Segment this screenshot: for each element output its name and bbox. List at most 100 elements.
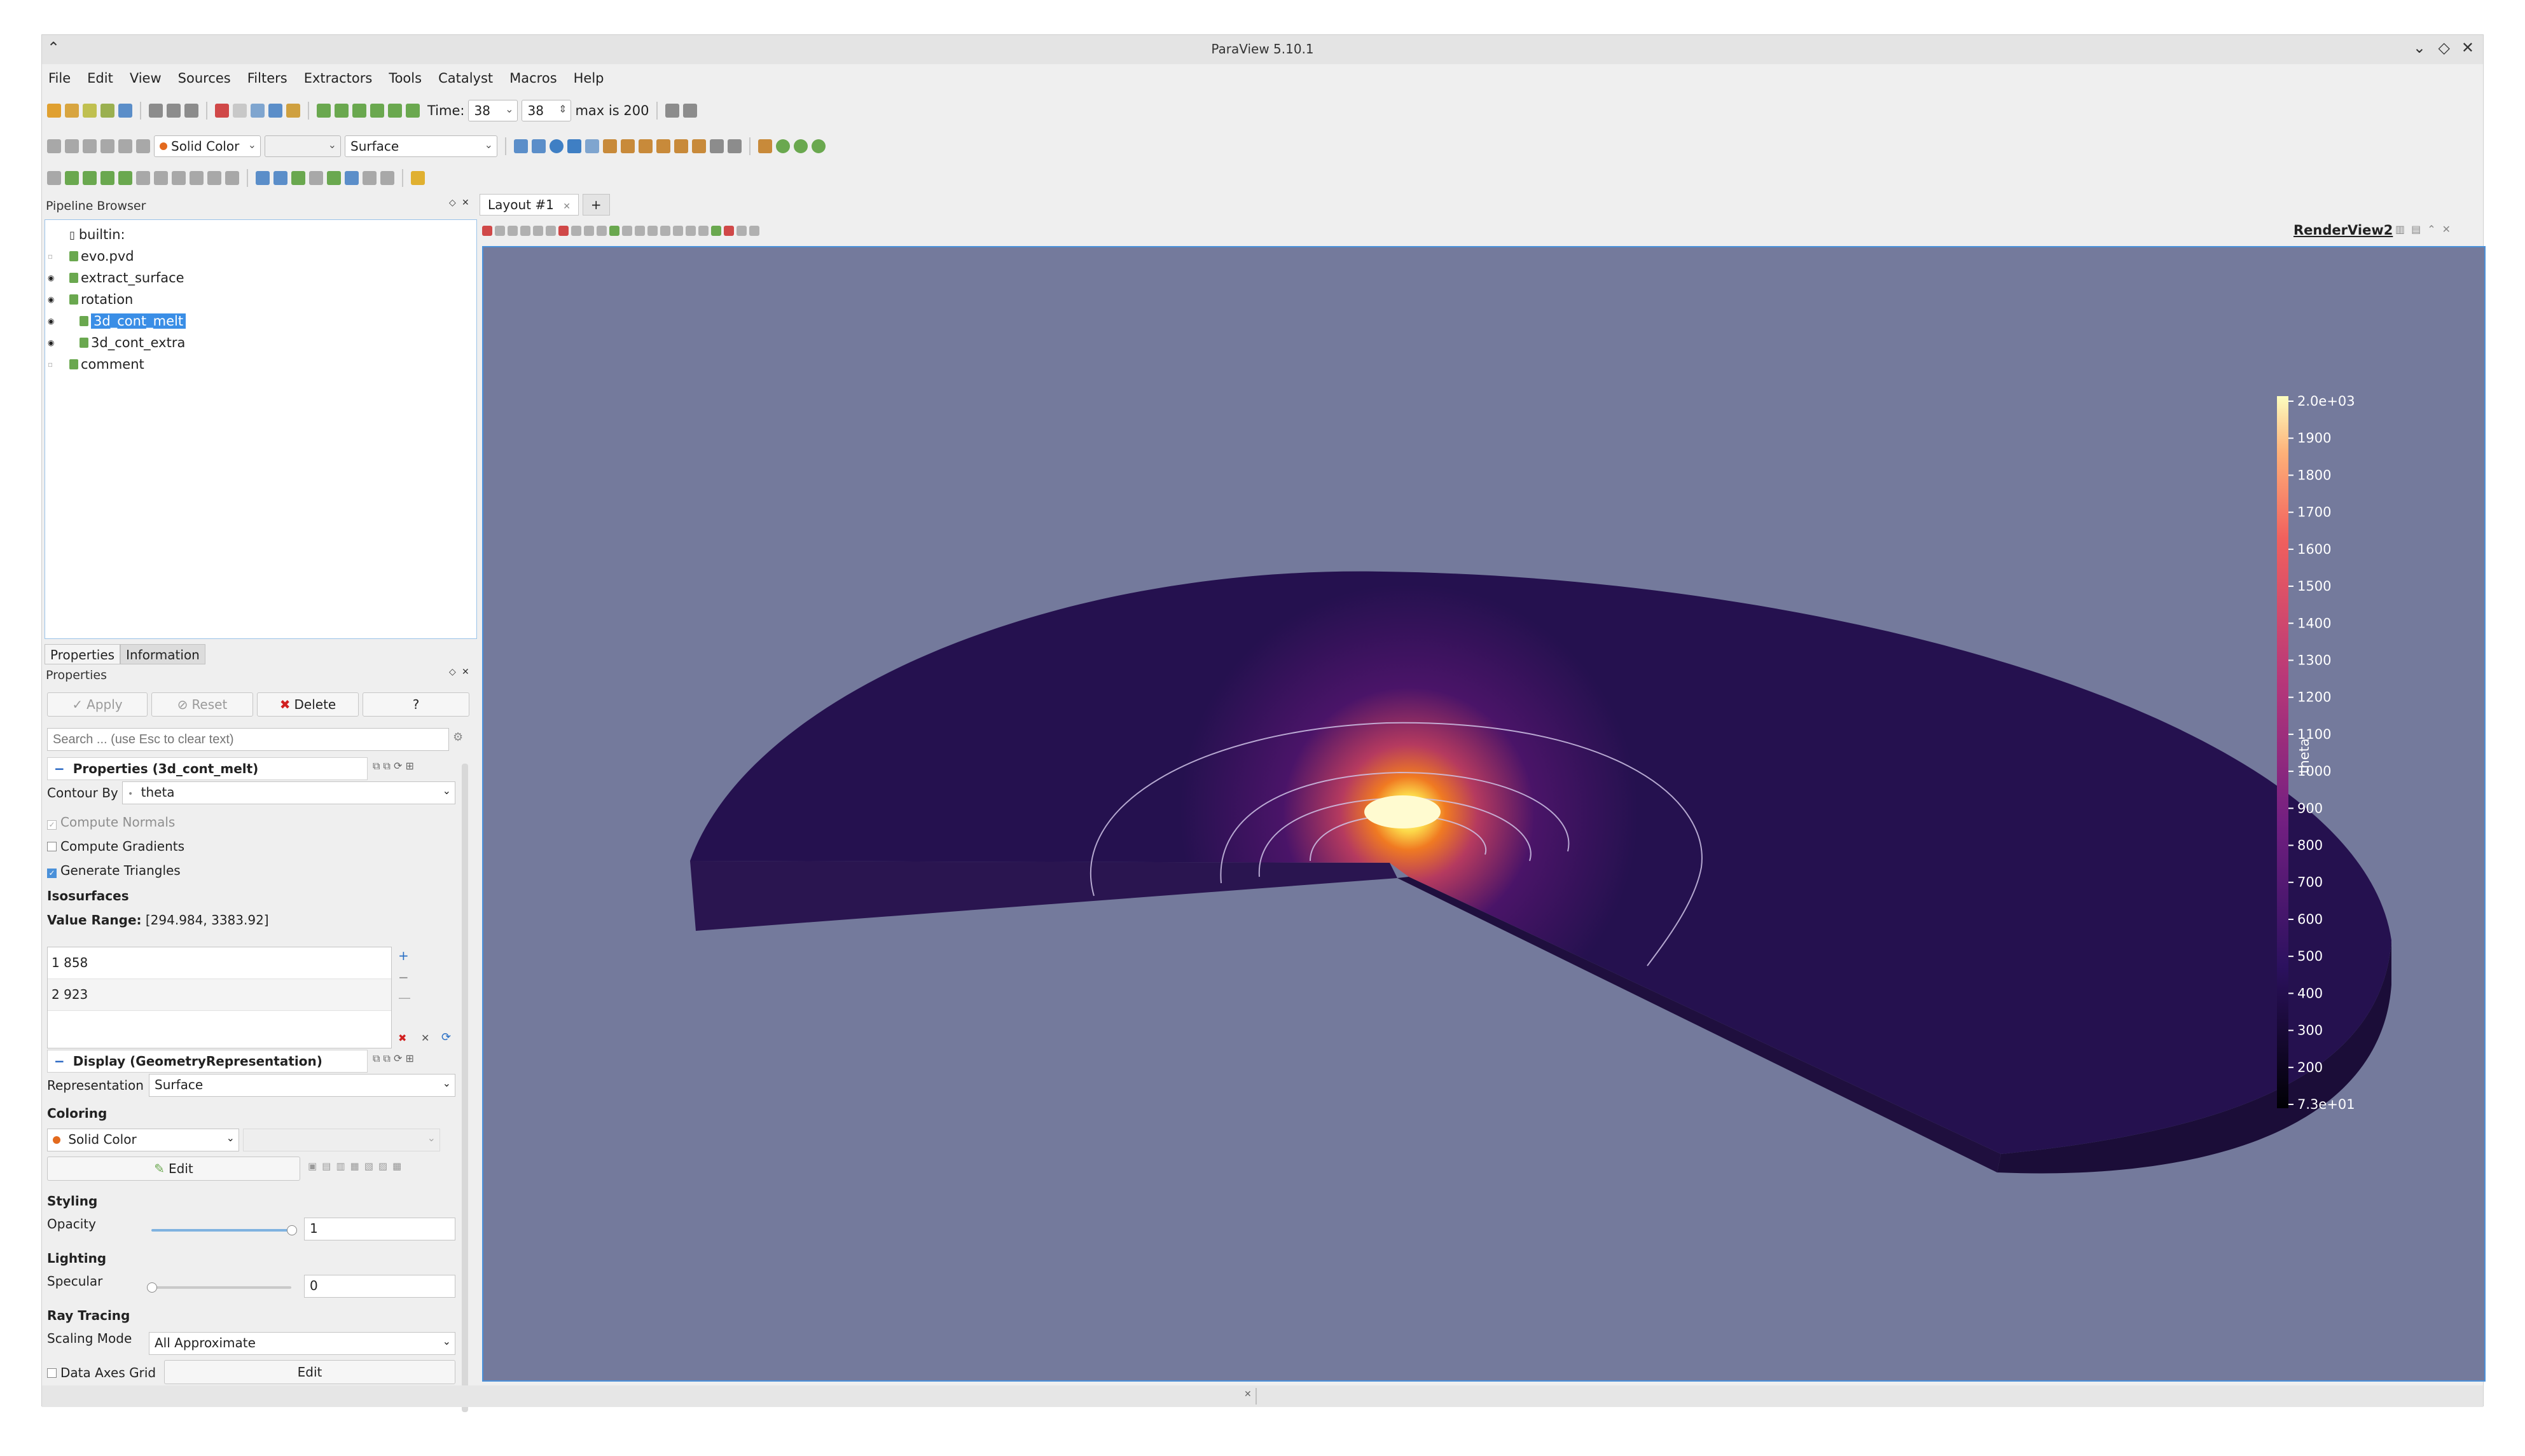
grow-selection-icon[interactable] (363, 171, 377, 185)
contour-icon[interactable] (65, 171, 79, 185)
data-axes-grid-edit-button[interactable]: Edit (164, 1360, 455, 1384)
reset-button[interactable]: ⊘ Reset (151, 692, 253, 717)
connect-icon[interactable] (118, 104, 132, 118)
view-split-icons[interactable]: ▥▤⌃✕ (2395, 223, 2457, 235)
interact-icon[interactable] (251, 104, 265, 118)
eye-open-icon[interactable]: ◉ (48, 317, 80, 326)
pipeline-item-extract-surface[interactable]: ◉ extract_surface (48, 267, 184, 289)
specular-slider-handle[interactable] (147, 1282, 157, 1293)
view-plus-y-icon[interactable] (621, 139, 635, 153)
view-tool-icon[interactable] (698, 226, 709, 236)
isosurface-values-list[interactable]: 1 858 2 923 (47, 947, 392, 1048)
compute-normals-checkbox[interactable]: ✓ Compute Normals (47, 814, 175, 830)
color-map-tool-icons[interactable]: ▣▤▥▦▧▨▩ (308, 1160, 406, 1172)
view-minus-z-icon[interactable] (674, 139, 688, 153)
redo-icon[interactable] (233, 104, 247, 118)
menu-file[interactable]: File (42, 65, 76, 86)
zoom-box-icon[interactable] (567, 139, 581, 153)
open-file-icon[interactable] (47, 104, 61, 118)
menu-filters[interactable]: Filters (241, 65, 293, 86)
component-combo[interactable]: ⌄ (265, 135, 341, 157)
view-tool-icon[interactable] (660, 226, 670, 236)
specular-slider[interactable] (151, 1286, 291, 1289)
pipeline-item-rotation[interactable]: ◉ rotation (48, 289, 133, 310)
time-value-combo[interactable]: 38 ⌄ (468, 100, 518, 121)
view-tool-icon[interactable] (673, 226, 683, 236)
close-tab-icon[interactable]: ✕ (563, 202, 571, 212)
pipeline-item-builtin[interactable]: ▯ builtin: (69, 224, 125, 245)
select-cells-icon[interactable] (256, 171, 270, 185)
show-center-icon[interactable] (812, 139, 826, 153)
gear-icon[interactable]: ⚙ (453, 731, 463, 744)
generate-triangles-checkbox[interactable]: ✓ Generate Triangles (47, 863, 181, 878)
next-frame-icon[interactable] (370, 104, 384, 118)
render-view[interactable]: 2.0e+03 1900 1800 1700 1600 1500 1400 1300 1200 1… (482, 246, 2486, 1382)
clear-selection-icon[interactable] (345, 171, 359, 185)
view-tool-icon[interactable] (737, 226, 747, 236)
menu-view[interactable]: View (123, 65, 167, 86)
view-tool-icon[interactable] (584, 226, 594, 236)
time-index-spinbox[interactable]: 38 ⇕ (522, 100, 572, 121)
view-plus-z-icon[interactable] (656, 139, 670, 153)
disconnect-icon[interactable] (149, 104, 163, 118)
pipeline-browser[interactable]: ▯ builtin: ▫ evo.pvd ◉ extract_surface ◉… (45, 219, 477, 639)
loop-icon[interactable] (406, 104, 420, 118)
view-tool-icon[interactable] (571, 226, 581, 236)
compute-gradients-checkbox[interactable]: Compute Gradients (47, 839, 184, 854)
menu-extractors[interactable]: Extractors (298, 65, 378, 86)
view-tool-icon[interactable] (520, 226, 530, 236)
calculator-icon[interactable] (47, 171, 61, 185)
coloring-component-select[interactable]: ⌄ (243, 1129, 440, 1151)
menu-sources[interactable]: Sources (172, 65, 237, 86)
view-tool-icon[interactable] (495, 226, 505, 236)
reset-center-icon[interactable] (794, 139, 808, 153)
view-minus-x-icon[interactable] (603, 139, 617, 153)
zoom-to-data-icon[interactable] (532, 139, 546, 153)
threshold-icon[interactable] (118, 171, 132, 185)
palette-icon[interactable] (286, 104, 300, 118)
clip-icon[interactable] (83, 171, 97, 185)
minimize-icon[interactable]: ⌄ (2413, 39, 2426, 57)
reset-range-icon[interactable]: ⟳ (441, 1031, 451, 1044)
view-tool-icon[interactable] (711, 226, 721, 236)
isometric-view-icon[interactable] (692, 139, 706, 153)
list-item[interactable]: 1 858 (48, 947, 391, 979)
view-tool-icon[interactable] (724, 226, 734, 236)
menu-catalyst[interactable]: Catalyst (432, 65, 499, 86)
close-window-icon[interactable]: ✕ (2461, 39, 2474, 57)
server-icon[interactable] (167, 104, 181, 118)
select-points-icon[interactable] (273, 171, 287, 185)
section-tool-icons[interactable]: ⧉ ⧉ ⟳ ⊞ (373, 1052, 414, 1065)
scaling-mode-select[interactable]: All Approximate ⌄ (149, 1332, 455, 1355)
menu-tools[interactable]: Tools (382, 65, 427, 86)
reset-camera-icon[interactable] (514, 139, 528, 153)
opacity-slider[interactable] (151, 1229, 291, 1232)
play-icon[interactable] (352, 104, 366, 118)
apply-button[interactable]: ✓ Apply (47, 692, 148, 717)
pipeline-item-3d-cont-extra[interactable]: ◉ 3d_cont_extra (48, 332, 185, 354)
panel-close-icon[interactable]: ✕ (462, 667, 469, 677)
edit-color-map-icon[interactable] (65, 139, 79, 153)
undo-icon[interactable] (215, 104, 229, 118)
opacity-slider-handle[interactable] (287, 1225, 297, 1235)
last-frame-icon[interactable] (388, 104, 402, 118)
view-tool-icon[interactable] (482, 226, 492, 236)
tab-properties[interactable]: Properties (45, 644, 121, 664)
contour-by-select[interactable]: • theta ⌄ (122, 781, 455, 804)
panel-close-icon[interactable]: ✕ (462, 198, 469, 208)
rotate-90-ccw-icon[interactable] (710, 139, 724, 153)
eye-closed-icon[interactable]: ▫ (48, 360, 69, 369)
rescale-custom-icon[interactable] (100, 139, 114, 153)
menu-help[interactable]: Help (567, 65, 610, 86)
color-by-combo[interactable]: Solid Color ⌄ (154, 135, 261, 157)
add-layout-tab[interactable]: + (582, 194, 610, 216)
coloring-select[interactable]: Solid Color ⌄ (47, 1129, 239, 1151)
view-plus-x-icon[interactable] (585, 139, 599, 153)
close-icon[interactable]: ✕ (421, 1032, 429, 1044)
view-tool-icon[interactable] (749, 226, 759, 236)
eye-open-icon[interactable]: ◉ (48, 273, 69, 282)
display-section-header[interactable]: − Display (GeometryRepresentation) (47, 1050, 368, 1073)
reset-session-icon[interactable] (184, 104, 198, 118)
camera-icon[interactable] (268, 104, 282, 118)
view-tool-icon[interactable] (533, 226, 543, 236)
